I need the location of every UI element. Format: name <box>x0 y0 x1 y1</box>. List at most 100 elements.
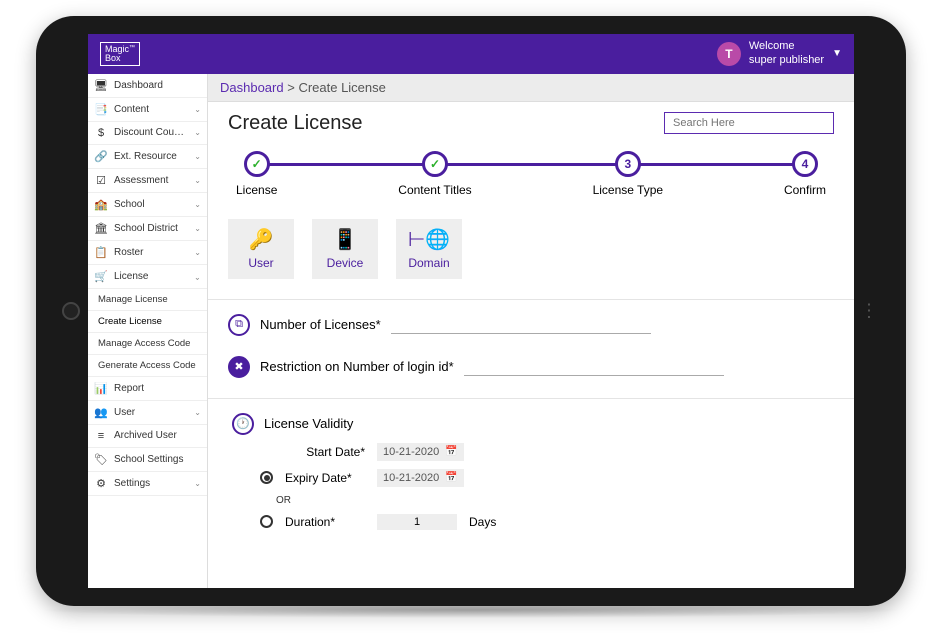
sidebar-item-school[interactable]: 🏫School⌄ <box>88 193 207 217</box>
expiry-date-input[interactable]: 10-21-2020📅 <box>377 469 464 487</box>
type-card-device[interactable]: 📱Device <box>312 219 378 279</box>
divider <box>208 299 854 300</box>
chevron-down-icon: ⌄ <box>194 200 201 209</box>
expiry-date-label: Expiry Date* <box>285 471 365 485</box>
sidebar-item-content[interactable]: 📑Content⌄ <box>88 98 207 122</box>
page-title: Create License <box>228 112 363 135</box>
main-content: Dashboard > Create License Create Licens… <box>208 74 854 588</box>
brand-tm: ™ <box>129 45 135 51</box>
sidebar-item-ext-resource[interactable]: 🔗Ext. Resource⌄ <box>88 145 207 169</box>
check-icon: ✓ <box>422 151 448 177</box>
duration-unit: Days <box>469 515 496 529</box>
top-bar: Magic™ Box T Welcome super publisher ▼ <box>88 34 854 74</box>
user-menu[interactable]: T Welcome super publisher ▼ <box>717 40 842 66</box>
brand-logo[interactable]: Magic™ Box <box>100 42 140 66</box>
sidebar-item-assessment[interactable]: ☑Assessment⌄ <box>88 169 207 193</box>
brand-line2: Box <box>105 53 121 63</box>
type-card-domain[interactable]: ⊢🌐Domain <box>396 219 462 279</box>
tablet-frame: Magic™ Box T Welcome super publisher ▼ 🖥… <box>36 16 906 606</box>
check-icon: ☑ <box>94 174 108 187</box>
duration-radio[interactable] <box>260 515 273 528</box>
welcome-text: Welcome <box>749 40 824 53</box>
step-content-titles[interactable]: ✓Content Titles <box>398 151 471 197</box>
district-icon: 🏛 <box>94 222 108 235</box>
file-icon: 📑 <box>94 103 108 116</box>
sidebar-item-discount[interactable]: $Discount Coupon⌄ <box>88 122 207 145</box>
sidebar-sub-manage-license[interactable]: Manage License <box>88 289 207 311</box>
sidebar-item-district[interactable]: 🏛School District⌄ <box>88 217 207 241</box>
sidebar-sub-generate-access[interactable]: Generate Access Code <box>88 355 207 377</box>
restriction-label: Restriction on Number of login id* <box>260 359 454 374</box>
start-date-label: Start Date* <box>285 445 365 459</box>
sidebar-item-user[interactable]: 👥User⌄ <box>88 401 207 425</box>
expiry-radio[interactable] <box>260 471 273 484</box>
chevron-down-icon: ⌄ <box>194 479 201 488</box>
gear-icon: ⚙ <box>94 477 108 490</box>
sidebar-item-archived[interactable]: ≡Archived User <box>88 425 207 448</box>
lock-icon: ✖ <box>228 356 250 378</box>
start-date-input[interactable]: 10-21-2020📅 <box>377 443 464 461</box>
link-icon: 🔗 <box>94 150 108 163</box>
step-license[interactable]: ✓License <box>236 151 277 197</box>
num-licenses-label: Number of Licenses* <box>260 317 381 332</box>
calendar-icon: 📅 <box>445 472 457 483</box>
monitor-icon: 🖥 <box>94 79 108 92</box>
chevron-down-icon: ⌄ <box>194 105 201 114</box>
clipboard-icon: 📋 <box>94 246 108 259</box>
type-card-user[interactable]: 🔑User <box>228 219 294 279</box>
cart-icon: 🛒 <box>94 270 108 283</box>
avatar: T <box>717 42 741 66</box>
globe-icon: ⊢🌐 <box>408 227 450 252</box>
row-duration: Duration* 1 Days <box>260 514 834 530</box>
clock-icon: 🕐 <box>232 413 254 435</box>
duration-label: Duration* <box>285 515 365 529</box>
step-line <box>258 163 804 166</box>
chevron-down-icon: ⌄ <box>194 152 201 161</box>
row-start-date: Start Date* 10-21-2020📅 <box>260 443 834 461</box>
chevron-down-icon: ⌄ <box>194 176 201 185</box>
chevron-down-icon: ⌄ <box>194 224 201 233</box>
user-name: super publisher <box>749 54 824 67</box>
breadcrumb: Dashboard > Create License <box>208 74 854 102</box>
device-icon: 📱 <box>333 227 358 252</box>
sidebar-item-roster[interactable]: 📋Roster⌄ <box>88 241 207 265</box>
duration-input[interactable]: 1 <box>377 514 457 530</box>
sidebar-item-license[interactable]: 🛒License⌃ <box>88 265 207 289</box>
school-icon: 🏫 <box>94 198 108 211</box>
sidebar-item-report[interactable]: 📊Report <box>88 377 207 401</box>
breadcrumb-root[interactable]: Dashboard <box>220 80 284 95</box>
sidebar-item-dashboard[interactable]: 🖥Dashboard <box>88 74 207 98</box>
tag-icon: 🏷 <box>94 453 108 466</box>
screen: Magic™ Box T Welcome super publisher ▼ 🖥… <box>88 34 854 588</box>
sidebar-item-settings[interactable]: ⚙Settings⌄ <box>88 472 207 496</box>
chart-icon: 📊 <box>94 382 108 395</box>
num-licenses-input[interactable] <box>391 315 651 334</box>
sidebar: 🖥Dashboard 📑Content⌄ $Discount Coupon⌄ 🔗… <box>88 74 208 588</box>
divider <box>208 398 854 399</box>
breadcrumb-current: Create License <box>298 80 385 95</box>
list-icon: ≡ <box>94 430 108 442</box>
restriction-input[interactable] <box>464 357 724 376</box>
users-icon: 👥 <box>94 406 108 419</box>
sidebar-sub-create-license[interactable]: Create License <box>88 311 207 333</box>
step-number: 4 <box>792 151 818 177</box>
step-confirm[interactable]: 4Confirm <box>784 151 826 197</box>
check-icon: ✓ <box>244 151 270 177</box>
chevron-down-icon: ▼ <box>832 48 842 59</box>
row-restriction: ✖ Restriction on Number of login id* <box>228 356 834 378</box>
step-license-type[interactable]: 3License Type <box>593 151 664 197</box>
search-input[interactable] <box>664 112 834 134</box>
chevron-down-icon: ⌄ <box>194 128 201 137</box>
row-num-licenses: ⧉ Number of Licenses* <box>228 314 834 336</box>
dollar-icon: $ <box>94 127 108 139</box>
key-icon: 🔑 <box>249 227 274 252</box>
user-text: Welcome super publisher <box>749 40 824 66</box>
row-expiry-date: Expiry Date* 10-21-2020📅 <box>260 469 834 487</box>
sidebar-item-school-settings[interactable]: 🏷School Settings <box>88 448 207 472</box>
calendar-icon: 📅 <box>445 446 457 457</box>
sidebar-sub-manage-access[interactable]: Manage Access Code <box>88 333 207 355</box>
stepper: ✓License ✓Content Titles 3License Type 4… <box>236 151 826 197</box>
chevron-down-icon: ⌄ <box>194 248 201 257</box>
breadcrumb-sep: > <box>284 80 299 95</box>
chevron-up-icon: ⌃ <box>194 272 201 281</box>
